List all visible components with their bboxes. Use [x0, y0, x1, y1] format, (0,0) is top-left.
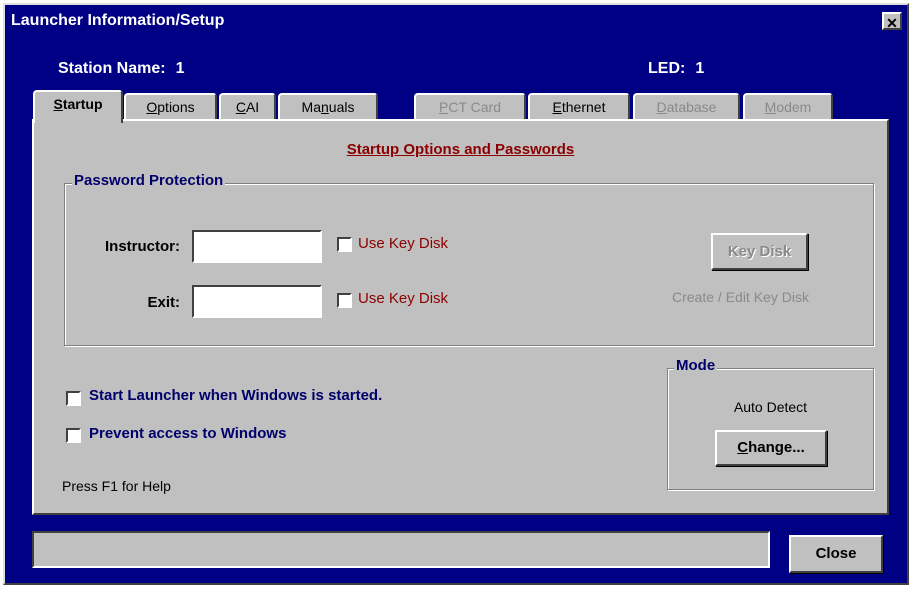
led-label: LED: [648, 60, 686, 77]
instructor-use-key-disk-checkbox[interactable] [337, 237, 352, 252]
station-name: Station Name: 1 [58, 60, 184, 78]
close-button[interactable]: Close [789, 535, 883, 573]
change-mode-button[interactable]: Change... [715, 430, 827, 466]
tab-modem: Modem [743, 93, 833, 121]
prevent-access-checkbox[interactable] [66, 428, 81, 443]
tab-manuals[interactable]: Manuals [278, 93, 378, 121]
instructor-password-field[interactable] [192, 230, 322, 263]
tab-ethernet[interactable]: Ethernet [528, 93, 630, 121]
tab-options[interactable]: Options [124, 93, 217, 121]
tab-startup[interactable]: Startup [33, 90, 123, 123]
key-disk-hint: Create / Edit Key Disk [672, 289, 809, 305]
password-protection-label: Password Protection [72, 172, 226, 189]
tab-cai[interactable]: CAI [219, 93, 276, 121]
window-title: Launcher Information/Setup [11, 12, 225, 29]
start-launcher-checkbox[interactable] [66, 391, 81, 406]
exit-label: Exit: [147, 294, 180, 311]
startup-panel: Startup Options and Passwords Password P… [32, 119, 889, 515]
exit-password-field[interactable] [192, 285, 322, 318]
help-hint: Press F1 for Help [62, 478, 171, 494]
mode-label: Mode [674, 357, 718, 374]
mode-group [667, 368, 874, 490]
exit-use-key-disk-checkbox[interactable] [337, 293, 352, 308]
title-bar: Launcher Information/Setup ✕ [7, 9, 905, 35]
prevent-access-label: Prevent access to Windows [89, 425, 287, 442]
change-mnemonic: C [737, 439, 749, 456]
station-name-label: Station Name: [58, 60, 166, 77]
start-launcher-label: Start Launcher when Windows is started. [89, 387, 383, 404]
exit-use-key-disk-label: Use Key Disk [358, 290, 449, 307]
close-window-icon[interactable]: ✕ [882, 12, 902, 31]
status-bar [32, 531, 770, 568]
key-disk-button: Key Disk [711, 233, 808, 270]
tab-database: Database [633, 93, 740, 121]
change-button-rest: hange... [748, 439, 805, 456]
mode-value: Auto Detect [733, 399, 808, 415]
instructor-label: Instructor: [105, 238, 180, 255]
panel-heading: Startup Options and Passwords [346, 141, 575, 158]
tab-pct-card: PCT Card [414, 93, 526, 121]
instructor-use-key-disk-label: Use Key Disk [358, 235, 449, 252]
led-info: LED: 1 [648, 60, 704, 78]
led-value: 1 [695, 60, 705, 77]
station-name-value: 1 [175, 60, 185, 77]
